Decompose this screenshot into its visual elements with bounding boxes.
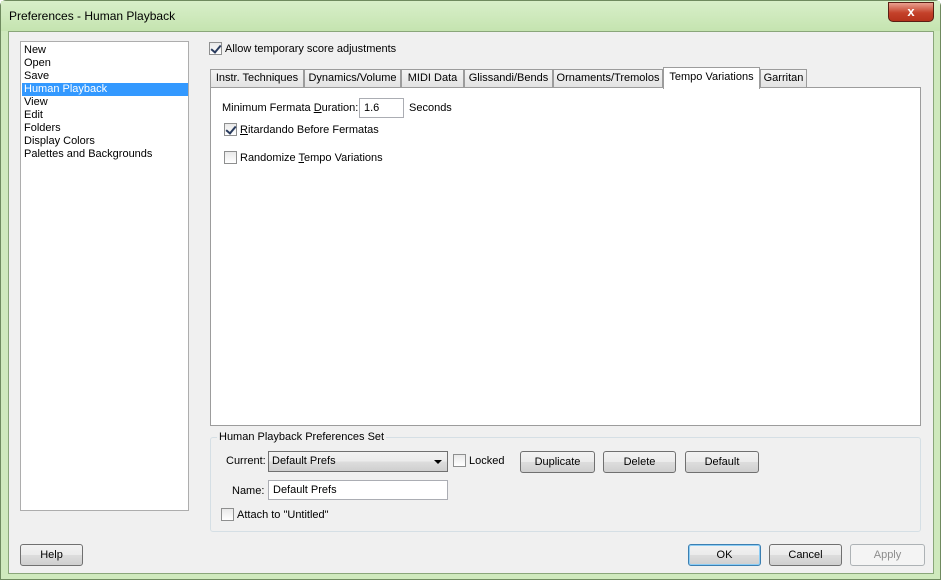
randomize-text: empo Variations — [304, 151, 383, 164]
tab-glissandi-bends[interactable]: Glissandi/Bends — [464, 69, 553, 88]
delete-button[interactable]: Delete — [603, 451, 676, 473]
ritardando-checkbox[interactable] — [224, 123, 237, 136]
fermata-label-accel: D — [313, 102, 322, 114]
ritardando-row[interactable]: Ritardando Before Fermatas — [224, 123, 379, 136]
fermata-label-part: Minimum Fermata — [222, 102, 314, 114]
tab-midi-data[interactable]: MIDI Data — [401, 69, 464, 88]
ritardando-label: Ritardando Before Fermatas — [240, 124, 379, 136]
category-list[interactable]: New Open Save Human Playback View Edit F… — [20, 41, 189, 511]
current-prefs-dropdown[interactable]: Default Prefs — [268, 451, 448, 472]
category-item-palettes-backgrounds[interactable]: Palettes and Backgrounds — [22, 148, 188, 161]
title-bar: Preferences - Human Playback x — [1, 1, 940, 31]
fermata-duration-label: Minimum Fermata Duration: — [222, 102, 358, 114]
randomize-checkbox[interactable] — [224, 151, 237, 164]
category-item-display-colors[interactable]: Display Colors — [22, 135, 188, 148]
ok-button[interactable]: OK — [688, 544, 761, 566]
tab-dynamics-volume[interactable]: Dynamics/Volume — [304, 69, 401, 88]
current-prefs-value: Default Prefs — [272, 455, 336, 467]
fermata-duration-input[interactable]: 1.6 — [359, 98, 404, 118]
apply-button[interactable]: Apply — [850, 544, 925, 566]
preferences-window: Preferences - Human Playback x New Open … — [0, 0, 941, 580]
tab-instr-techniques[interactable]: Instr. Techniques — [210, 69, 304, 88]
category-item-human-playback[interactable]: Human Playback — [22, 83, 188, 96]
current-label: Current: — [226, 455, 266, 467]
window-title: Preferences - Human Playback — [9, 9, 176, 23]
category-item-save[interactable]: Save — [22, 70, 188, 83]
attach-row[interactable]: Attach to "Untitled" — [221, 508, 329, 521]
ritardando-accel: R — [240, 123, 248, 136]
tab-ornaments-tremolos[interactable]: Ornaments/Tremolos — [553, 69, 663, 88]
category-item-folders[interactable]: Folders — [22, 122, 188, 135]
randomize-text: Randomize — [240, 151, 299, 164]
allow-temp-checkbox[interactable] — [209, 42, 222, 55]
tab-garritan[interactable]: Garritan — [760, 69, 807, 88]
prefs-set-group: Human Playback Preferences Set Current: … — [210, 431, 921, 532]
tempo-variations-panel: Minimum Fermata Duration: 1.6 Seconds Ri… — [210, 87, 921, 426]
fermata-unit: Seconds — [409, 102, 452, 114]
name-field[interactable]: Default Prefs — [268, 480, 448, 500]
randomize-row[interactable]: Randomize Tempo Variations — [224, 151, 383, 164]
locked-checkbox[interactable] — [453, 454, 466, 467]
attach-label: Attach to "Untitled" — [237, 508, 329, 521]
tab-tempo-variations[interactable]: Tempo Variations — [663, 67, 760, 89]
dialog-client-area: New Open Save Human Playback View Edit F… — [8, 31, 934, 574]
default-button[interactable]: Default — [685, 451, 759, 473]
prefs-set-title: Human Playback Preferences Set — [217, 431, 387, 443]
ritardando-text: itardando Before Fermatas — [247, 123, 379, 136]
category-item-new[interactable]: New — [22, 44, 188, 57]
category-item-edit[interactable]: Edit — [22, 109, 188, 122]
close-icon[interactable]: x — [888, 2, 934, 22]
cancel-button[interactable]: Cancel — [769, 544, 842, 566]
name-label: Name: — [232, 485, 265, 497]
duplicate-button[interactable]: Duplicate — [520, 451, 595, 473]
allow-temp-row[interactable]: Allow temporary score adjustments — [209, 42, 396, 55]
chevron-down-icon — [434, 460, 442, 464]
locked-row[interactable]: Locked — [453, 454, 504, 467]
fermata-label-part: uration: — [321, 102, 359, 114]
locked-label: Locked — [469, 454, 505, 467]
attach-checkbox[interactable] — [221, 508, 234, 521]
category-item-open[interactable]: Open — [22, 57, 188, 70]
category-item-view[interactable]: View — [22, 96, 188, 109]
randomize-label: Randomize Tempo Variations — [240, 152, 383, 164]
help-button[interactable]: Help — [20, 544, 83, 566]
allow-temp-label: Allow temporary score adjustments — [225, 42, 397, 55]
